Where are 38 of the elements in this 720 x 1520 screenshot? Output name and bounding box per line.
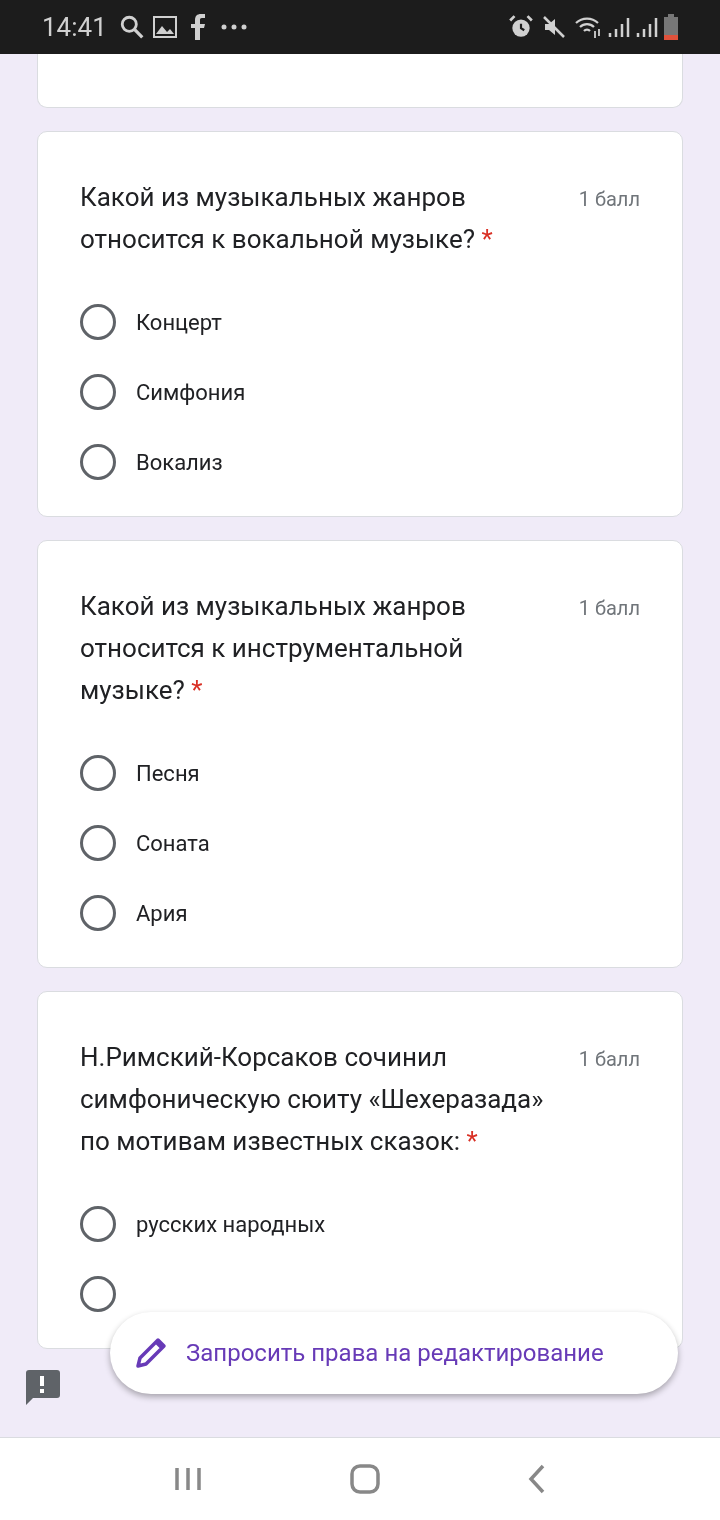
feedback-icon[interactable] — [24, 1369, 60, 1405]
option-label: Симфония — [136, 378, 246, 407]
option-label: русских народных — [136, 1210, 326, 1239]
clock: 14:41 — [42, 10, 107, 44]
radio-button[interactable] — [80, 825, 116, 861]
back-icon[interactable] — [528, 1464, 546, 1494]
mute-icon — [542, 15, 566, 39]
radio-button[interactable] — [80, 304, 116, 340]
wifi-icon — [574, 15, 602, 39]
radio-button[interactable] — [80, 1276, 116, 1312]
question-title: Н.Римский-Корсаков сочинил симфоническую сюиту «Шехеразада» по мотивам известных сказок: * — [80, 1041, 545, 1158]
option-label: Соната — [136, 829, 210, 858]
option-label: Концерт — [136, 308, 222, 337]
recent-apps-icon[interactable] — [174, 1466, 202, 1492]
request-edit-button[interactable]: Запросить права на редактирование — [110, 1312, 678, 1394]
question-title: Какой из музыкальных жанров относится к вокальной музыке? * — [80, 181, 494, 256]
radio-button[interactable] — [80, 1206, 116, 1242]
points-label: 1 балл — [578, 186, 640, 213]
radio-button[interactable] — [80, 374, 116, 410]
option-label: Песня — [136, 759, 200, 788]
pencil-icon — [134, 1336, 168, 1370]
radio-button[interactable] — [80, 444, 116, 480]
signal-icon — [606, 15, 630, 39]
radio-button[interactable] — [80, 895, 116, 931]
alarm-icon — [508, 14, 534, 40]
home-icon[interactable] — [350, 1464, 380, 1494]
option-label: Вокализ — [136, 448, 223, 477]
search-icon — [118, 14, 145, 40]
points-label: 1 балл — [578, 595, 640, 622]
radio-button[interactable] — [80, 755, 116, 791]
points-label: 1 балл — [578, 1046, 640, 1073]
question-title: Какой из музыкальных жанров относится к инструментальной музыке? * — [80, 590, 467, 707]
battery-icon — [664, 14, 678, 40]
image-icon — [152, 16, 177, 38]
option-label: Ария — [136, 899, 188, 928]
signal-icon — [634, 15, 658, 39]
more-icon — [220, 24, 247, 30]
facebook-icon — [190, 14, 205, 40]
